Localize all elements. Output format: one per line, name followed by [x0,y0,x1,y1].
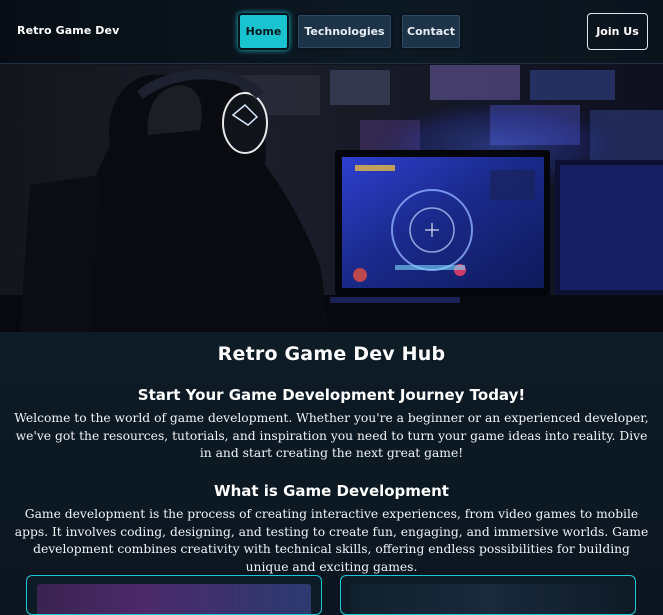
what-heading: What is Game Development [214,482,449,500]
what-paragraph: Game development is the process of creat… [14,507,649,574]
brand-logo-text[interactable]: Retro Game Dev [17,24,119,37]
intro-heading: Start Your Game Development Journey Toda… [137,386,526,404]
nav-contact-button[interactable]: Contact [400,13,462,50]
feature-card[interactable] [26,575,322,615]
card-image [351,584,625,614]
card-image [37,584,311,614]
nav-home-button[interactable]: Home [238,13,289,50]
navbar: Retro Game Dev Home Technologies Contact… [0,0,663,64]
page-title: Retro Game Dev Hub [217,343,446,365]
intro-paragraph: Welcome to the world of game development… [14,411,649,460]
hero-gaming-photo [0,65,663,332]
nav-technologies-button[interactable]: Technologies [296,13,393,50]
join-us-button[interactable]: Join Us [587,13,648,50]
hero-image [0,65,663,332]
feature-card[interactable] [340,575,636,615]
